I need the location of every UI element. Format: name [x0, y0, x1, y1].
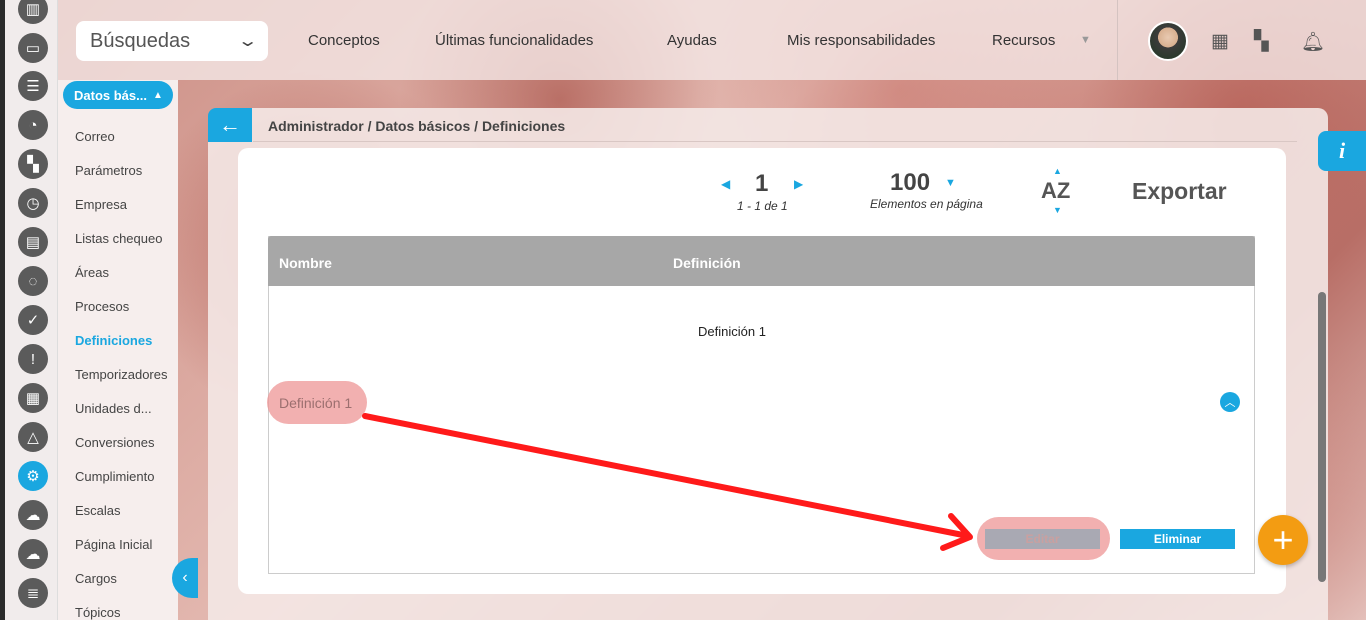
plus-icon: +: [1272, 519, 1294, 560]
arrow-left-icon: ←: [219, 112, 241, 137]
info-button[interactable]: i: [1318, 131, 1366, 171]
nav-conceptos[interactable]: Conceptos: [308, 32, 380, 49]
rail-edge: [0, 0, 5, 620]
divider: [253, 141, 1297, 142]
page-range: 1 - 1 de 1: [737, 199, 788, 213]
column-header-definicion[interactable]: Definición: [673, 255, 741, 271]
chevron-down-icon: ⌄: [236, 33, 259, 50]
network-icon[interactable]: △: [18, 422, 48, 452]
bell-icon[interactable]: 🔔︎: [1301, 30, 1325, 54]
cloud-icon[interactable]: ☁: [18, 539, 48, 569]
per-page-select[interactable]: 100: [890, 169, 930, 197]
search-dropdown[interactable]: Búsquedas ⌄: [76, 21, 268, 61]
menu-item-cumplimiento[interactable]: Cumplimiento: [75, 469, 154, 484]
chevron-up-icon: ︿: [1224, 397, 1236, 409]
cell-definition: Definición 1: [698, 324, 766, 339]
menu-item-topicos[interactable]: Tópicos: [75, 605, 121, 620]
menu-item-listas-chequeo[interactable]: Listas chequeo: [75, 231, 162, 246]
header-divider: [1117, 0, 1118, 80]
clock-icon[interactable]: ◷: [18, 188, 48, 218]
menu-item-correo[interactable]: Correo: [75, 129, 115, 144]
bars-icon[interactable]: ☰: [18, 71, 48, 101]
monitor-icon[interactable]: ▭: [18, 33, 48, 63]
page-number: 1: [755, 170, 769, 197]
breadcrumb: Administrador / Datos básicos / Definici…: [268, 118, 566, 134]
menu-item-escalas[interactable]: Escalas: [75, 503, 121, 518]
prev-page-icon[interactable]: ◀: [721, 177, 730, 191]
column-header-nombre[interactable]: Nombre: [279, 255, 332, 271]
back-button[interactable]: ←: [208, 108, 252, 142]
scrollbar-thumb[interactable]: [1318, 292, 1326, 582]
export-button[interactable]: Exportar: [1132, 178, 1227, 205]
edit-button[interactable]: Editar: [985, 529, 1100, 549]
menu-item-unidades[interactable]: Unidades d...: [75, 401, 152, 416]
caret-down-icon[interactable]: ▼: [1080, 34, 1091, 46]
list-icon[interactable]: ≣: [18, 578, 48, 608]
avatar[interactable]: [1148, 21, 1188, 61]
warning-icon[interactable]: !: [18, 344, 48, 374]
nav-mis-responsabilidades[interactable]: Mis responsabilidades: [787, 32, 935, 49]
collapse-row-button[interactable]: ︿: [1220, 392, 1240, 412]
menu-item-pagina-inicial[interactable]: Página Inicial: [75, 537, 152, 552]
pie-icon[interactable]: ◔: [18, 110, 48, 140]
nav-ayudas[interactable]: Ayudas: [667, 32, 717, 49]
per-page-label: Elementos en página: [870, 197, 983, 211]
map-icon[interactable]: ▚: [1254, 30, 1269, 53]
info-icon: i: [1338, 138, 1346, 163]
check-icon[interactable]: ✓: [18, 305, 48, 335]
menu-item-temporizadores[interactable]: Temporizadores: [75, 367, 168, 382]
document-icon[interactable]: ▤: [18, 227, 48, 257]
calendar-icon[interactable]: ▦: [18, 383, 48, 413]
nav-recursos[interactable]: Recursos: [992, 32, 1055, 49]
table-header: [268, 236, 1255, 286]
menu-item-empresa[interactable]: Empresa: [75, 197, 127, 212]
next-page-icon[interactable]: ▶: [794, 177, 803, 191]
menu-item-parametros[interactable]: Parámetros: [75, 163, 142, 178]
menu-item-definiciones[interactable]: Definiciones: [75, 333, 152, 348]
caret-up-icon: ▲: [152, 89, 163, 101]
menu-item-areas[interactable]: Áreas: [75, 265, 109, 280]
chevron-left-icon: ‹: [182, 569, 188, 586]
add-button[interactable]: +: [1258, 515, 1308, 565]
icon-rail: ▥ ▭ ☰ ◔ ▚ ◷ ▤ ◌ ✓ ! ▦ △ ⚙ ☁ ☁ ≣: [0, 0, 58, 620]
definitions-table: [268, 236, 1255, 574]
chart-icon[interactable]: ▥: [18, 0, 48, 24]
gear-icon[interactable]: ⚙: [18, 461, 48, 491]
section-pill-label: Datos bás...: [74, 87, 147, 103]
calendar-icon[interactable]: ▦: [1211, 30, 1229, 53]
sort-down-icon[interactable]: ▼: [1053, 205, 1062, 215]
sort-button[interactable]: AZ: [1041, 178, 1070, 204]
delete-button[interactable]: Eliminar: [1120, 529, 1235, 549]
caret-down-icon[interactable]: ▼: [945, 177, 956, 189]
menu-item-conversiones[interactable]: Conversiones: [75, 435, 155, 450]
cloud-settings-icon[interactable]: ☁: [18, 500, 48, 530]
cycle-icon[interactable]: ◌: [18, 266, 48, 296]
map-icon[interactable]: ▚: [18, 149, 48, 179]
sort-up-icon[interactable]: ▲: [1053, 166, 1062, 176]
search-label: Búsquedas: [90, 29, 191, 52]
menu-item-procesos[interactable]: Procesos: [75, 299, 129, 314]
nav-ultimas-funcionalidades[interactable]: Últimas funcionalidades: [435, 32, 593, 49]
section-pill[interactable]: Datos bás... ▲: [63, 81, 173, 109]
cell-name[interactable]: Definición 1: [279, 395, 352, 411]
menu-item-cargos[interactable]: Cargos: [75, 571, 117, 586]
